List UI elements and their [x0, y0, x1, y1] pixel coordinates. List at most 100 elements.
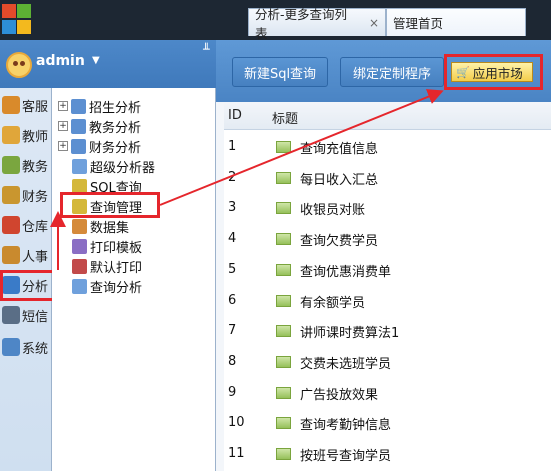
column-header-id[interactable]: ID — [228, 108, 242, 123]
highlight-app-market — [444, 54, 543, 90]
row-title[interactable]: 每日收入汇总 — [300, 169, 378, 188]
print-template-icon — [72, 238, 87, 254]
printer-icon — [72, 258, 87, 274]
row-id: 8 — [228, 353, 237, 369]
tree-label: 数据集 — [90, 220, 130, 236]
table-row[interactable]: 5 查询优惠消费单 — [224, 255, 551, 285]
row-id: 4 — [228, 231, 237, 247]
analysis-icon — [71, 118, 86, 134]
table-row[interactable]: 1 查询充值信息 — [224, 132, 551, 162]
table-row[interactable]: 11 按班号查询学员 — [224, 439, 551, 469]
nav-label: 系统 — [22, 341, 49, 357]
tree-node-super-analyzer[interactable]: 超级分析器 — [72, 156, 155, 176]
tree-node-academic-analysis[interactable]: + 教务分析 — [58, 116, 141, 136]
row-id: 9 — [228, 384, 237, 400]
sql-icon — [276, 141, 291, 153]
table-row[interactable]: 6 有余额学员 — [224, 286, 551, 316]
analysis-icon — [71, 98, 86, 114]
row-title[interactable]: 查询欠费学员 — [300, 230, 378, 249]
tab-home[interactable]: 管理首页 — [386, 8, 526, 36]
table-row[interactable]: 4 查询欠费学员 — [224, 224, 551, 254]
tab-analysis-query-list[interactable]: 分析-更多查询列表 × — [248, 7, 386, 41]
row-id: 6 — [228, 292, 237, 308]
table-row[interactable]: 3 收银员对账 — [224, 193, 551, 223]
tree-node-enrollment-analysis[interactable]: + 招生分析 — [58, 96, 141, 116]
sql-icon — [276, 355, 291, 368]
tree-label: 招生分析 — [89, 100, 142, 116]
nav-item-finance[interactable]: 财务 — [2, 182, 52, 208]
highlight-analysis-nav — [0, 270, 55, 301]
sql-icon — [276, 202, 291, 215]
nav-label: 客服 — [22, 99, 49, 115]
tree-node-default-print[interactable]: 默认打印 — [72, 256, 142, 276]
table-row[interactable]: 9 广告投放效果 — [224, 378, 551, 408]
nav-label: 短信 — [22, 309, 49, 325]
row-title[interactable]: 讲师课时费算法1 — [300, 322, 399, 341]
close-icon[interactable]: × — [369, 16, 379, 30]
expand-icon[interactable]: + — [58, 141, 68, 151]
nav-label: 人事 — [22, 249, 49, 265]
nav-item-hr[interactable]: 人事 — [2, 242, 52, 268]
row-title[interactable]: 查询优惠消费单 — [300, 261, 391, 280]
nav-item-warehouse[interactable]: 仓库 — [2, 212, 52, 238]
row-id: 7 — [228, 323, 237, 339]
row-id: 10 — [228, 415, 245, 431]
nav-item-system[interactable]: 系统 — [2, 334, 52, 360]
row-title[interactable]: 查询充值信息 — [300, 138, 378, 157]
expand-icon[interactable]: + — [58, 121, 68, 131]
column-header-title[interactable]: 标题 — [272, 108, 298, 127]
tree-label: 超级分析器 — [90, 160, 156, 176]
tree-node-finance-analysis[interactable]: + 财务分析 — [58, 136, 141, 156]
row-title[interactable]: 有余额学员 — [300, 292, 365, 311]
tab-strip: 分析-更多查询列表 × 管理首页 — [248, 7, 526, 41]
user-name[interactable]: admin — [36, 53, 85, 69]
teacher-icon — [2, 126, 20, 144]
expand-icon[interactable]: + — [58, 101, 68, 111]
warehouse-icon — [2, 216, 20, 234]
xml-icon — [72, 218, 87, 234]
tree-label: 默认打印 — [90, 260, 143, 276]
analysis-icon — [71, 138, 86, 154]
tree-node-print-template[interactable]: 打印模板 — [72, 236, 142, 256]
tree-label: 查询分析 — [90, 280, 143, 296]
tree-label: 财务分析 — [89, 140, 142, 156]
nav-item-sms[interactable]: 短信 — [2, 302, 52, 328]
table-row[interactable]: 2 每日收入汇总 — [224, 163, 551, 193]
row-title[interactable]: 交费未选班学员 — [300, 353, 391, 372]
tab-label: 管理首页 — [393, 16, 444, 31]
academic-icon — [2, 156, 20, 174]
nav-label: 财务 — [22, 189, 49, 205]
tree-label: 打印模板 — [90, 240, 143, 256]
tree-node-dataset[interactable]: 数据集 — [72, 216, 129, 236]
sql-icon — [276, 386, 291, 399]
nav-label: 教师 — [22, 129, 49, 145]
row-id: 3 — [228, 200, 237, 216]
nav-item-service[interactable]: 客服 — [2, 92, 52, 118]
query-list-panel: 新建Sql查询 绑定定制程序 🛒 应用市场 ID 标题 1 查询充值信息 2 每日收入… — [216, 40, 551, 471]
finance-icon — [2, 186, 20, 204]
tree-node-query-analysis[interactable]: 查询分析 — [72, 276, 142, 296]
sql-icon — [276, 325, 291, 338]
sql-icon — [276, 171, 291, 184]
table-row[interactable]: 7 讲师课时费算法1 — [224, 316, 551, 346]
chevron-down-icon[interactable]: ▼ — [92, 55, 100, 66]
row-id: 2 — [228, 169, 237, 185]
bind-custom-program-button[interactable]: 绑定定制程序 — [340, 57, 444, 87]
sql-icon — [276, 417, 291, 430]
row-title[interactable]: 广告投放效果 — [300, 384, 378, 403]
nav-item-academic[interactable]: 教务 — [2, 152, 52, 178]
table-header: ID 标题 — [224, 102, 551, 130]
magnifier-icon — [72, 278, 87, 294]
row-title[interactable]: 收银员对账 — [300, 199, 365, 218]
nav-item-teacher[interactable]: 教师 — [2, 122, 52, 148]
table-row[interactable]: 8 交费未选班学员 — [224, 347, 551, 377]
row-title[interactable]: 按班号查询学员 — [300, 445, 391, 464]
tree-label: 教务分析 — [89, 120, 142, 136]
user-bar: admin ▼ ╨ — [0, 40, 216, 88]
row-title[interactable]: 查询考勤钟信息 — [300, 414, 391, 433]
table-row[interactable]: 10 查询考勤钟信息 — [224, 408, 551, 438]
sql-icon — [276, 233, 291, 246]
pin-icon[interactable]: ╨ — [203, 43, 210, 56]
new-sql-query-button[interactable]: 新建Sql查询 — [232, 57, 328, 87]
row-id: 11 — [228, 446, 245, 461]
